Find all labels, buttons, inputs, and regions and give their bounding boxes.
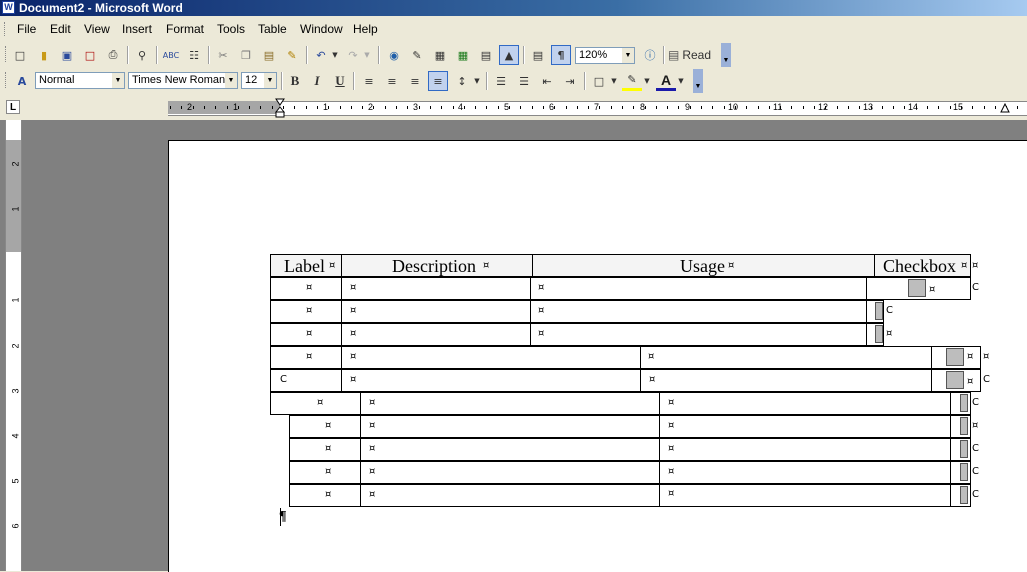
checkbox-form-field[interactable] [960,394,968,412]
cell-mark: ¤ [648,351,655,362]
table-cell[interactable] [531,324,867,345]
cell-mark: ¤ [369,489,376,500]
row-end-mark: C [972,443,979,454]
checkbox-form-field[interactable] [960,417,968,435]
table-cell[interactable] [531,278,867,299]
cell-mark: ¤ [972,420,979,431]
table-cell[interactable] [342,301,531,322]
cell-mark: ¤ [728,260,735,271]
table-row[interactable] [270,277,971,300]
table-cell[interactable] [342,324,531,345]
cell-mark: ¤ [317,397,324,408]
table-cell[interactable] [660,393,951,414]
table-cell[interactable] [271,393,361,414]
cell-mark: ¤ [961,260,968,271]
cell-mark: ¤ [668,466,675,477]
checkbox-form-field[interactable] [946,348,964,366]
row-end-mark: C [280,374,287,385]
cell-mark: ¤ [668,488,675,499]
cell-mark: ¤ [649,374,656,385]
cell-mark: ¤ [369,397,376,408]
cell-mark: ¤ [325,420,332,431]
cell-mark: ¤ [306,282,313,293]
table-row[interactable] [289,484,971,507]
cell-mark: ¤ [350,305,357,316]
table-row[interactable] [289,438,971,461]
cell-mark: ¤ [886,328,893,339]
table-header-row[interactable] [270,254,971,277]
cell-mark: ¤ [369,420,376,431]
row-end-mark: C [972,397,979,408]
cell-mark: ¤ [350,374,357,385]
cell-mark: ¤ [668,443,675,454]
table-cell[interactable] [660,416,951,437]
cell-mark: ¤ [483,260,490,271]
table-row[interactable] [270,300,884,323]
checkbox-form-field[interactable] [960,440,968,458]
table-row[interactable] [289,461,971,484]
table-row[interactable] [270,323,884,346]
cell-mark: ¤ [306,351,313,362]
table-cell[interactable] [361,439,660,460]
table-cell[interactable] [660,485,951,506]
cell-mark: ¤ [350,351,357,362]
checkbox-form-field[interactable] [908,279,926,297]
table-cell[interactable] [361,393,660,414]
table-row[interactable] [270,346,981,369]
cell-mark: ¤ [668,397,675,408]
checkbox-form-field[interactable] [946,371,964,389]
checkbox-form-field[interactable] [875,325,883,343]
row-end-mark: C [972,466,979,477]
cell-mark: ¤ [325,489,332,500]
table-cell[interactable] [342,278,531,299]
header-checkbox: Checkbox [883,256,956,276]
row-end-mark: ¤ [972,260,979,271]
row-end-mark: C [972,282,979,293]
cell-mark: ¤ [306,305,313,316]
header-description: Description [392,256,476,276]
header-usage: Usage [680,256,725,276]
row-end-mark: ¤ [983,351,990,362]
cell-mark: ¤ [329,260,336,271]
table-cell[interactable] [361,485,660,506]
table-cell[interactable] [342,370,641,391]
table-row[interactable] [289,415,971,438]
table-cell[interactable] [531,301,867,322]
cell-mark: ¤ [538,305,545,316]
cell-mark: ¤ [369,443,376,454]
cell-mark: ¤ [350,282,357,293]
cell-mark: ¤ [325,443,332,454]
row-end-mark: C [983,374,990,385]
cell-mark: ¤ [967,376,974,387]
cell-mark: ¤ [929,284,936,295]
cell-mark: ¤ [369,466,376,477]
row-end-mark: C [972,489,979,500]
table-cell[interactable] [660,439,951,460]
table-cell[interactable] [361,462,660,483]
document-table: Label ¤ Description ¤ Usage ¤ Checkbox ¤… [0,0,1027,571]
cell-mark: ¤ [668,420,675,431]
row-end-mark: C [886,305,893,316]
checkbox-form-field[interactable] [875,302,883,320]
checkbox-form-field[interactable] [960,486,968,504]
cell-mark: ¤ [967,351,974,362]
cell-mark: ¤ [306,328,313,339]
table-row[interactable] [270,369,981,392]
cell-mark: ¤ [538,328,545,339]
table-cell[interactable] [361,416,660,437]
cell-mark: ¤ [325,466,332,477]
cell-mark: ¤ [350,328,357,339]
table-cell[interactable] [342,347,641,368]
checkbox-form-field[interactable] [960,463,968,481]
cell-mark: ¤ [538,282,545,293]
table-cell[interactable] [660,462,951,483]
table-cell[interactable] [641,347,932,368]
text-cursor [280,508,281,526]
header-label: Label [284,256,325,276]
table-cell[interactable] [641,370,932,391]
